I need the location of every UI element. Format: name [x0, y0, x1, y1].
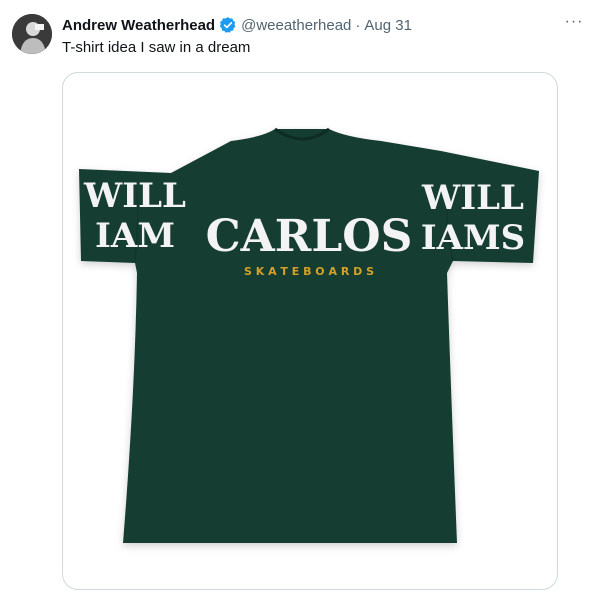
author-name[interactable]: Andrew Weatherhead: [62, 17, 215, 34]
avatar[interactable]: [12, 14, 52, 54]
sleeve-right-line1: WILL: [421, 178, 524, 218]
chest-main-text: CARLOS: [206, 211, 413, 262]
sleeve-right-line2: IAMS: [421, 218, 525, 258]
more-options-icon[interactable]: ···: [564, 14, 584, 34]
verified-badge-icon: [219, 16, 237, 34]
avatar-image: [12, 14, 52, 54]
sleeve-left-line1: WILL: [83, 176, 186, 216]
sleeve-left-line2: IAM: [95, 216, 175, 256]
chest-sub-text: S K A T E B O A R D S: [244, 265, 374, 278]
tweet-date[interactable]: Aug 31: [364, 17, 412, 34]
tweet-media-image[interactable]: WILL IAM CARLOS S K A T E B O A R D S WI…: [62, 72, 558, 590]
author-handle[interactable]: @weeatherhead: [241, 17, 351, 34]
tweet-header: Andrew Weatherhead @weeatherhead · Aug 3…: [62, 14, 560, 36]
header-separator: ·: [355, 16, 361, 34]
tweet-text: T-shirt idea I saw in a dream: [62, 39, 251, 56]
tshirt-illustration: WILL IAM CARLOS S K A T E B O A R D S WI…: [79, 127, 539, 543]
